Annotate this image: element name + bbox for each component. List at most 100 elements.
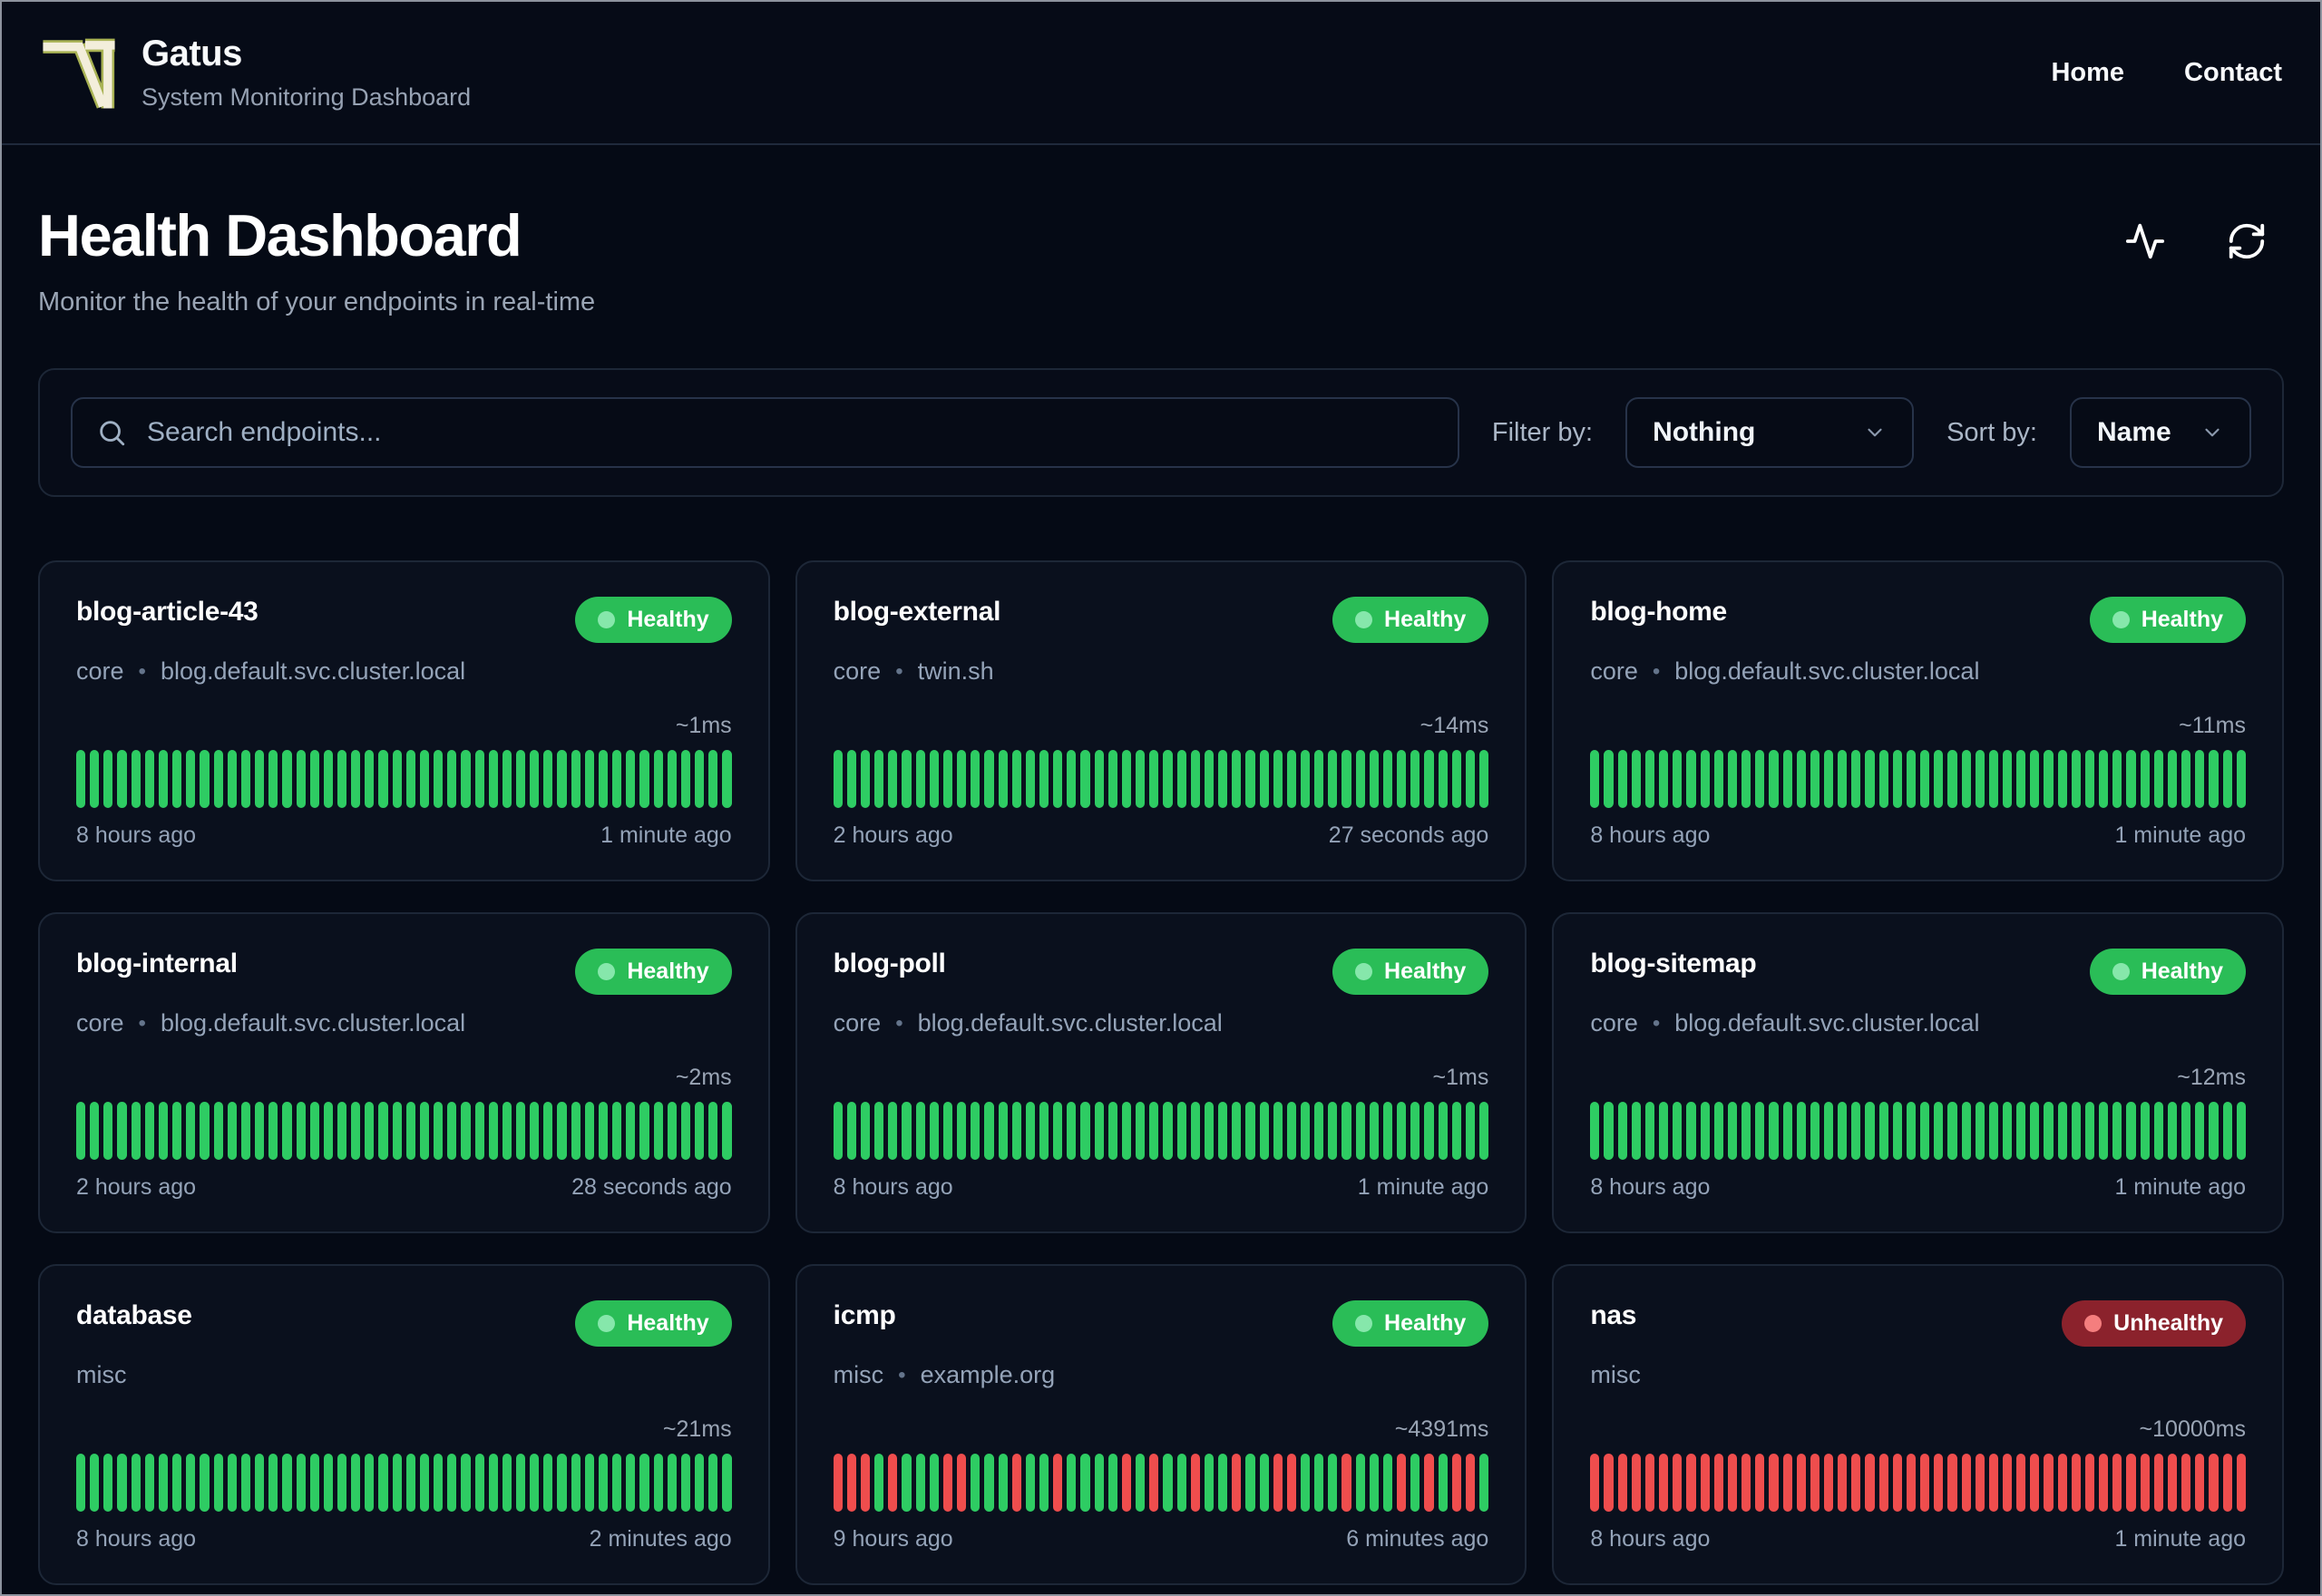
- uptime-bar-success: [1149, 1102, 1159, 1160]
- endpoint-card[interactable]: icmp Healthy misc • example.org ~4391ms …: [795, 1264, 1527, 1585]
- time-from: 9 hours ago: [833, 1526, 953, 1552]
- search-input[interactable]: [147, 417, 1434, 448]
- endpoint-card[interactable]: blog-internal Healthy core • blog.defaul…: [38, 912, 770, 1233]
- uptime-bar-failure: [1878, 1454, 1888, 1512]
- uptime-bar-failure: [888, 1454, 898, 1512]
- uptime-bar-success: [268, 750, 278, 808]
- uptime-bar-success: [584, 750, 594, 808]
- uptime-bar-success: [1892, 1102, 1902, 1160]
- uptime-bar-success: [282, 1102, 292, 1160]
- latency-value: ~1ms: [1432, 1065, 1489, 1090]
- uptime-bar-success: [337, 1454, 347, 1512]
- uptime-bar-failure: [1769, 1454, 1779, 1512]
- uptime-bar-failure: [2016, 1454, 2026, 1512]
- uptime-bar-success: [227, 1454, 237, 1512]
- endpoint-card[interactable]: blog-external Healthy core • twin.sh ~14…: [795, 560, 1527, 881]
- uptime-bar-success: [2112, 750, 2122, 808]
- filter-select[interactable]: Nothing: [1625, 397, 1915, 468]
- nav-link-contact[interactable]: Contact: [2184, 58, 2282, 88]
- uptime-bar-success: [158, 1102, 169, 1160]
- uptime-bar-success: [1011, 1102, 1021, 1160]
- uptime-bar-success: [1039, 1454, 1049, 1512]
- uptime-bar-failure: [1659, 1454, 1669, 1512]
- uptime-bar-success: [1163, 1102, 1173, 1160]
- uptime-bars: [76, 1454, 732, 1512]
- status-badge: Healthy: [575, 1300, 732, 1347]
- uptime-bar-success: [255, 1102, 265, 1160]
- uptime-bar-success: [957, 750, 967, 808]
- uptime-bar-failure: [2222, 1454, 2232, 1512]
- refresh-icon[interactable]: [2226, 220, 2268, 262]
- uptime-bar-failure: [1700, 1454, 1710, 1512]
- uptime-bar-success: [255, 1454, 265, 1512]
- uptime-bar-success: [971, 1454, 981, 1512]
- uptime-bar-success: [1631, 1102, 1641, 1160]
- activity-icon[interactable]: [2124, 220, 2166, 262]
- uptime-bar-success: [172, 750, 182, 808]
- latency-value: ~10000ms: [2139, 1416, 2246, 1442]
- uptime-bar-success: [2044, 750, 2054, 808]
- uptime-bar-failure: [1451, 1454, 1461, 1512]
- endpoint-card[interactable]: nas Unhealthy misc ~10000ms 8 hours ago …: [1552, 1264, 2284, 1585]
- uptime-bar-success: [1644, 1102, 1655, 1160]
- uptime-bar-success: [1727, 1102, 1738, 1160]
- app-title: Gatus: [141, 34, 242, 73]
- endpoint-card[interactable]: database Healthy misc ~21ms 8 hours ago …: [38, 1264, 770, 1585]
- uptime-bar-success: [516, 750, 526, 808]
- uptime-bar-success: [598, 750, 609, 808]
- time-to: 1 minute ago: [2114, 822, 2246, 848]
- uptime-bar-success: [1823, 750, 1834, 808]
- uptime-bar-success: [612, 1102, 622, 1160]
- sort-by-label: Sort by:: [1946, 417, 2037, 447]
- uptime-bar-success: [957, 1102, 967, 1160]
- uptime-bar-success: [722, 1102, 732, 1160]
- endpoint-host: blog.default.svc.cluster.local: [160, 657, 466, 685]
- uptime-bar-success: [1245, 1454, 1255, 1512]
- uptime-bar-success: [1755, 1102, 1765, 1160]
- uptime-bar-success: [1590, 750, 1600, 808]
- uptime-bar-success: [516, 1102, 526, 1160]
- uptime-bar-failure: [1906, 1454, 1917, 1512]
- uptime-bar-success: [2222, 750, 2232, 808]
- uptime-bar-success: [323, 1454, 333, 1512]
- uptime-bar-success: [1838, 1102, 1848, 1160]
- latency-value: ~2ms: [675, 1065, 732, 1090]
- status-badge: Healthy: [2089, 949, 2246, 995]
- uptime-bar-failure: [1424, 1454, 1434, 1512]
- time-range: 8 hours ago 1 minute ago: [1590, 1526, 2246, 1552]
- endpoint-card[interactable]: blog-article-43 Healthy core • blog.defa…: [38, 560, 770, 881]
- uptime-bar-failure: [1617, 1454, 1627, 1512]
- uptime-bar-success: [1479, 1454, 1489, 1512]
- endpoint-card[interactable]: blog-sitemap Healthy core • blog.default…: [1552, 912, 2284, 1233]
- status-label: Healthy: [627, 607, 709, 632]
- uptime-bar-success: [1382, 1454, 1393, 1512]
- uptime-bar-success: [1604, 750, 1614, 808]
- status-label: Unhealthy: [2113, 1310, 2223, 1336]
- uptime-bar-success: [626, 1102, 636, 1160]
- uptime-bar-failure: [2071, 1454, 2081, 1512]
- status-dot-icon: [1355, 963, 1373, 980]
- uptime-bar-success: [1700, 750, 1710, 808]
- nav-link-home[interactable]: Home: [2051, 58, 2124, 88]
- endpoint-card[interactable]: blog-poll Healthy core • blog.default.sv…: [795, 912, 1527, 1233]
- endpoint-card[interactable]: blog-home Healthy core • blog.default.sv…: [1552, 560, 2284, 881]
- status-badge: Healthy: [2089, 597, 2246, 643]
- meta-separator-dot: •: [138, 658, 146, 684]
- endpoint-name: blog-poll: [833, 949, 946, 978]
- uptime-bar-success: [1314, 1454, 1324, 1512]
- uptime-bar-success: [200, 1102, 210, 1160]
- uptime-bar-failure: [846, 1454, 856, 1512]
- uptime-bar-success: [695, 1102, 705, 1160]
- uptime-bar-failure: [1232, 1454, 1242, 1512]
- uptime-bar-failure: [2003, 1454, 2013, 1512]
- sort-select[interactable]: Name: [2070, 397, 2251, 468]
- uptime-bar-success: [2099, 750, 2109, 808]
- card-header: blog-sitemap Healthy: [1590, 949, 2246, 995]
- uptime-bar-success: [1067, 750, 1077, 808]
- uptime-bar-success: [392, 1454, 402, 1512]
- uptime-bar-success: [255, 750, 265, 808]
- uptime-bar-success: [76, 1454, 86, 1512]
- search-box[interactable]: [71, 397, 1459, 468]
- uptime-bar-success: [2057, 1102, 2067, 1160]
- time-to: 1 minute ago: [2114, 1174, 2246, 1200]
